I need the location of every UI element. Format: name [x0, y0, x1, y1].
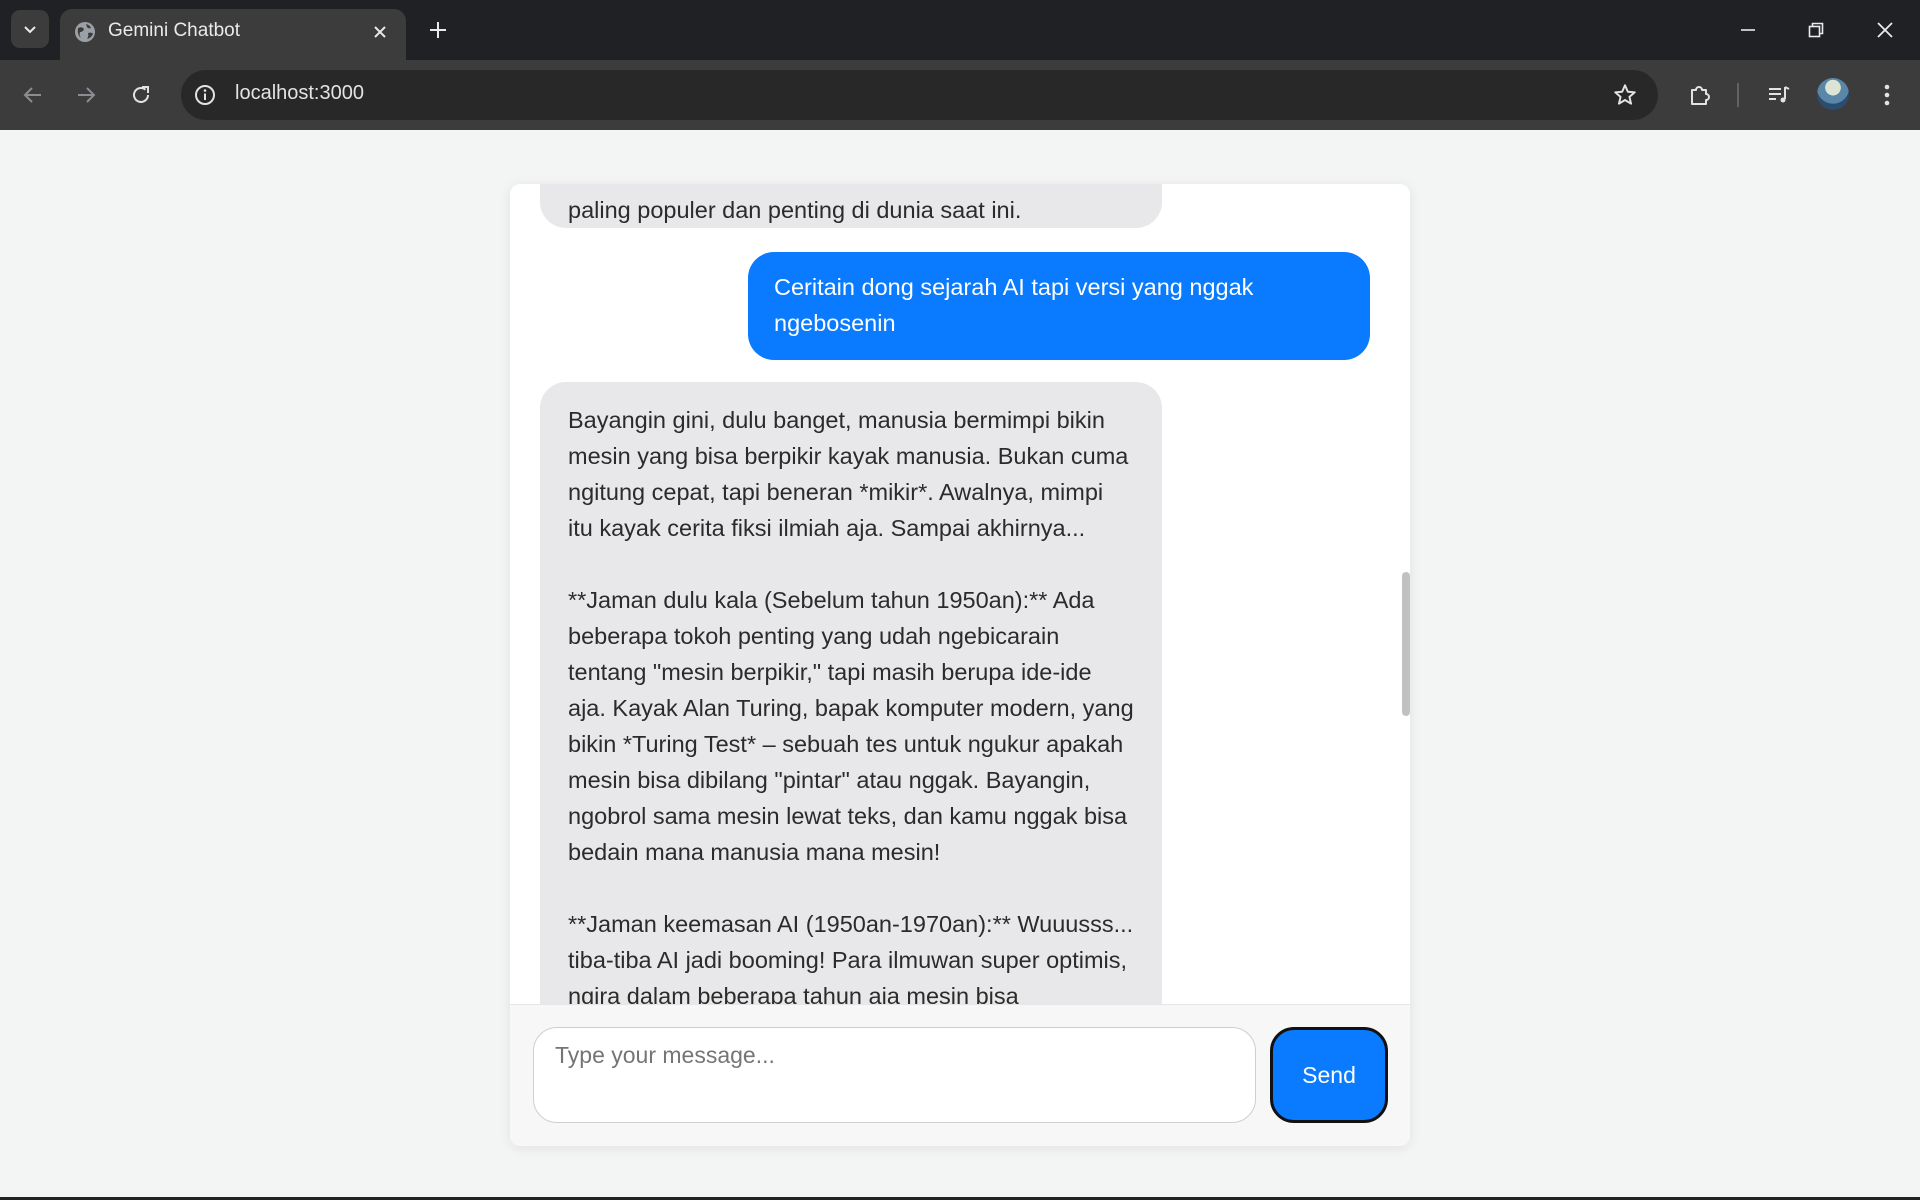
- minimize-icon: [1741, 29, 1755, 31]
- browser-tab-bar: Gemini Chatbot: [0, 0, 1920, 60]
- url-text[interactable]: localhost:3000: [235, 82, 364, 105]
- tab-title: Gemini Chatbot: [108, 20, 241, 41]
- messages-scrollbar[interactable]: [1402, 572, 1410, 716]
- plus-icon: [430, 22, 446, 38]
- send-button[interactable]: Send: [1270, 1027, 1388, 1123]
- reload-button[interactable]: [124, 78, 158, 112]
- new-tab-button[interactable]: [424, 16, 452, 44]
- message-input[interactable]: [533, 1027, 1256, 1123]
- page-viewport: paling populer dan penting di dunia saat…: [0, 130, 1920, 1197]
- user-message: Ceritain dong sejarah AI tapi versi yang…: [748, 252, 1370, 360]
- chevron-down-icon: [24, 26, 36, 34]
- message-composer: Send: [510, 1004, 1410, 1146]
- chat-container: paling populer dan penting di dunia saat…: [510, 184, 1410, 1146]
- star-icon[interactable]: [1612, 82, 1638, 108]
- kebab-menu-icon: [1884, 84, 1890, 106]
- restore-window-button[interactable]: [1800, 14, 1832, 46]
- reload-icon: [133, 86, 149, 103]
- media-control-button[interactable]: [1762, 78, 1796, 112]
- bot-message: Bayangin gini, dulu banget, manusia berm…: [540, 382, 1162, 1004]
- tab-search-button[interactable]: [11, 10, 49, 48]
- close-icon: [1877, 22, 1893, 38]
- browser-toolbar: localhost:3000: [0, 60, 1920, 130]
- globe-icon: [75, 22, 95, 42]
- address-bar[interactable]: localhost:3000: [181, 70, 1658, 120]
- arrow-right-icon: [78, 87, 96, 103]
- back-button[interactable]: [16, 78, 50, 112]
- bot-message: paling populer dan penting di dunia saat…: [540, 184, 1162, 228]
- forward-button[interactable]: [69, 78, 103, 112]
- puzzle-icon: [1691, 86, 1710, 105]
- toolbar-divider: [1737, 83, 1739, 107]
- close-icon: [374, 26, 386, 38]
- restore-icon: [1808, 22, 1824, 38]
- close-tab-button[interactable]: [368, 20, 392, 44]
- extensions-button[interactable]: [1683, 78, 1717, 112]
- browser-menu-button[interactable]: [1870, 78, 1904, 112]
- close-window-button[interactable]: [1869, 14, 1901, 46]
- media-queue-icon: [1769, 86, 1790, 103]
- message-list[interactable]: paling populer dan penting di dunia saat…: [510, 184, 1410, 1004]
- browser-tab-active[interactable]: Gemini Chatbot: [60, 9, 406, 60]
- profile-avatar[interactable]: [1817, 78, 1849, 110]
- minimize-window-button[interactable]: [1732, 14, 1764, 46]
- arrow-left-icon: [23, 87, 41, 103]
- info-icon[interactable]: [193, 83, 217, 107]
